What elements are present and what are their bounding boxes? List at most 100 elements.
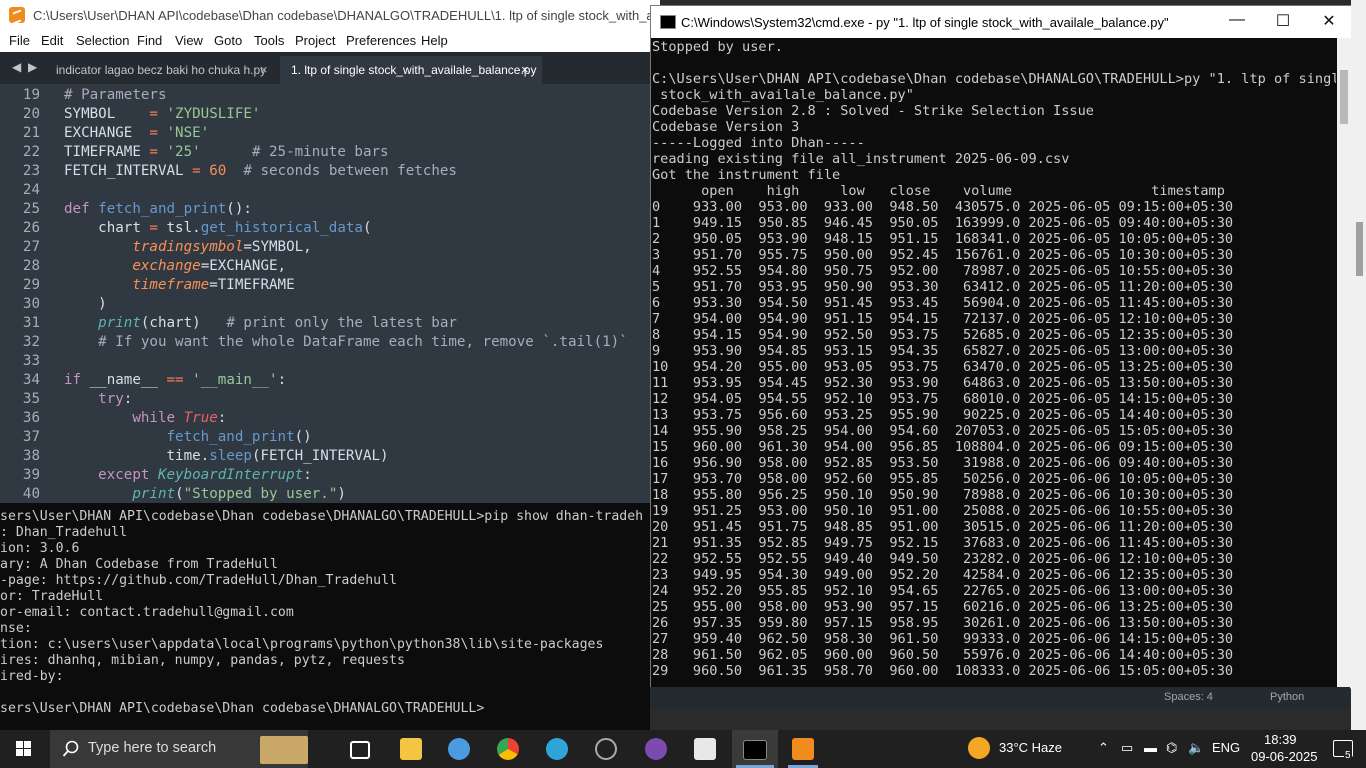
console-line: tion: c:\users\user\appdata\local\progra… [0, 637, 604, 652]
menu-help[interactable]: Help [421, 33, 448, 48]
console-line: Codebase Version 3 [652, 119, 800, 135]
tab-close-icon[interactable]: × [260, 62, 268, 77]
console-line: or: TradeHull [0, 589, 104, 604]
menu-edit[interactable]: Edit [41, 33, 63, 48]
windows-logo-icon [16, 741, 23, 748]
sublime-logo-icon [9, 7, 25, 23]
console-line: 23 949.95 954.30 949.00 952.20 42584.0 2… [652, 567, 1234, 583]
search-icon [62, 740, 79, 757]
console-line: 0 933.00 953.00 933.00 948.50 430575.0 2… [652, 199, 1234, 215]
chrome-icon[interactable] [497, 738, 519, 760]
menu-preferences[interactable]: Preferences [346, 33, 416, 48]
cmd-taskbar-icon [743, 740, 767, 760]
console-line: 12 954.05 954.55 952.10 953.75 68010.0 2… [652, 391, 1234, 407]
language-indicator[interactable]: ENG [1212, 740, 1240, 755]
console-line: : Dhan_Tradehull [0, 525, 128, 540]
console-line: 13 953.75 956.60 953.25 955.90 90225.0 2… [652, 407, 1234, 423]
volume-icon[interactable]: 🔈 [1188, 740, 1204, 756]
cmd-title-bar[interactable]: C:\Windows\System32\cmd.exe - py "1. ltp… [651, 6, 1351, 38]
sublime-editor-window: C:\Users\User\DHAN API\codebase\Dhan cod… [0, 0, 715, 503]
tab-close-icon[interactable]: × [521, 62, 529, 77]
calendar-app-icon[interactable] [694, 738, 716, 760]
syntax-status[interactable]: Python [1270, 691, 1304, 703]
console-line: 24 952.20 955.85 952.10 954.65 22765.0 2… [652, 583, 1234, 599]
cmd-output[interactable]: Stopped by user. C:\Users\User\DHAN API\c… [651, 38, 1336, 688]
code-area[interactable]: 19 # Parameters 20 SYMBOL = 'ZYDUSLIFE' 21 EX… [0, 84, 660, 503]
line-number: 27 [22, 239, 40, 255]
network-icon[interactable]: ⌬ [1166, 740, 1177, 756]
scrollbar-thumb[interactable] [1340, 70, 1348, 124]
app-purple-icon[interactable] [645, 738, 667, 760]
console-line: 6 953.30 954.50 951.45 953.45 56904.0 20… [652, 295, 1234, 311]
console-line: 1 949.15 950.85 946.45 950.05 163999.0 2… [652, 215, 1234, 231]
control-panel-icon[interactable] [448, 738, 470, 760]
windows-logo-part [24, 749, 31, 756]
show-hidden-icons-chevron-icon[interactable]: ⌃ [1098, 740, 1109, 756]
battery-icon[interactable]: ▬ [1144, 740, 1157, 755]
console-line: stock_with_availale_balance.py" [652, 87, 914, 103]
menu-file[interactable]: File [9, 33, 30, 48]
indentation-status[interactable]: Spaces: 4 [1164, 691, 1213, 703]
console-line: 20 951.45 951.75 948.85 951.00 30515.0 2… [652, 519, 1234, 535]
close-button[interactable]: ✕ [1314, 11, 1344, 33]
console-line: 3 951.70 955.75 950.00 952.45 156761.0 2… [652, 247, 1234, 263]
console-line: C:\Users\User\DHAN API\codebase\Dhan cod… [652, 71, 1336, 87]
code-line: print("Stopped by user.") [132, 486, 346, 502]
weather-text[interactable]: 33°C Haze [999, 740, 1062, 755]
line-number: 28 [22, 258, 40, 274]
minimize-button[interactable]: — [1222, 11, 1252, 33]
editor-tab-bar: ◀ ▶ indicator lagao becz baki ho chuka h… [0, 52, 660, 84]
windows-logo-part [24, 741, 31, 748]
console-line: 8 954.15 954.90 952.50 953.75 52685.0 20… [652, 327, 1234, 343]
line-number: 20 [22, 106, 40, 122]
clock-time[interactable]: 18:39 [1264, 732, 1297, 747]
editor-title-bar[interactable]: C:\Users\User\DHAN API\codebase\Dhan cod… [0, 0, 715, 30]
menu-find[interactable]: Find [137, 33, 162, 48]
console-line: sers\User\DHAN API\codebase\Dhan codebas… [0, 509, 644, 524]
menu-selection[interactable]: Selection [76, 33, 129, 48]
task-view-icon[interactable] [350, 741, 370, 759]
console-line: ion: 3.0.6 [0, 541, 80, 556]
line-number: 40 [22, 486, 40, 502]
line-number: 36 [22, 410, 40, 426]
console-line: Codebase Version 2.8 : Solved - Strike S… [652, 103, 1094, 119]
app-circle-icon[interactable] [595, 738, 617, 760]
tab-indicator-file[interactable]: indicator lagao becz baki ho chuka h.py … [44, 56, 279, 84]
weather-icon[interactable] [968, 737, 990, 759]
code-line: time.sleep(FETCH_INTERVAL) [64, 448, 389, 464]
taskbar-search-box[interactable]: Type here to search [50, 730, 308, 768]
tab-back-arrow-icon[interactable]: ◀ [12, 60, 21, 74]
code-line: fetch_and_print() [166, 429, 312, 445]
menu-project[interactable]: Project [295, 33, 335, 48]
search-placeholder: Type here to search [88, 740, 217, 756]
console-line: open high low close volume timestamp [652, 183, 1225, 199]
line-number: 38 [22, 448, 40, 464]
clock-date[interactable]: 09-06-2025 [1251, 749, 1318, 764]
menu-tools[interactable]: Tools [254, 33, 284, 48]
line-number: 29 [22, 277, 40, 293]
cmd-output-pip-show[interactable]: sers\User\DHAN API\codebase\Dhan codebas… [0, 503, 650, 738]
meet-now-icon[interactable]: ▭ [1121, 740, 1133, 756]
maximize-button[interactable]: ☐ [1268, 11, 1298, 33]
cmd-scrollbar[interactable] [1337, 38, 1351, 688]
background-scrollbar-thumb[interactable] [1356, 222, 1363, 276]
console-line: 25 955.00 958.00 953.90 957.15 60216.0 2… [652, 599, 1234, 615]
taskbar-active-cmd[interactable] [732, 730, 778, 768]
code-line: # Parameters [64, 87, 167, 103]
line-number: 37 [22, 429, 40, 445]
windows-logo-part [16, 749, 23, 756]
file-explorer-icon[interactable] [400, 738, 422, 760]
start-button[interactable] [0, 730, 46, 768]
tab-ltp-file[interactable]: 1. ltp of single stock_with_availale_bal… [280, 56, 542, 84]
console-line: 10 954.20 955.00 953.05 953.75 63470.0 2… [652, 359, 1234, 375]
console-line: 9 953.90 954.85 953.15 954.35 65827.0 20… [652, 343, 1234, 359]
edge-browser-icon[interactable] [546, 738, 568, 760]
tab-label: indicator lagao becz baki ho chuka h.py [56, 63, 267, 77]
menu-goto[interactable]: Goto [214, 33, 242, 48]
tab-forward-arrow-icon[interactable]: ▶ [28, 60, 37, 74]
line-number: 39 [22, 467, 40, 483]
taskbar-active-sublime[interactable] [780, 730, 826, 768]
line-number: 32 [22, 334, 40, 350]
console-line: 28 961.50 962.05 960.00 960.50 55976.0 2… [652, 647, 1234, 663]
menu-view[interactable]: View [175, 33, 203, 48]
